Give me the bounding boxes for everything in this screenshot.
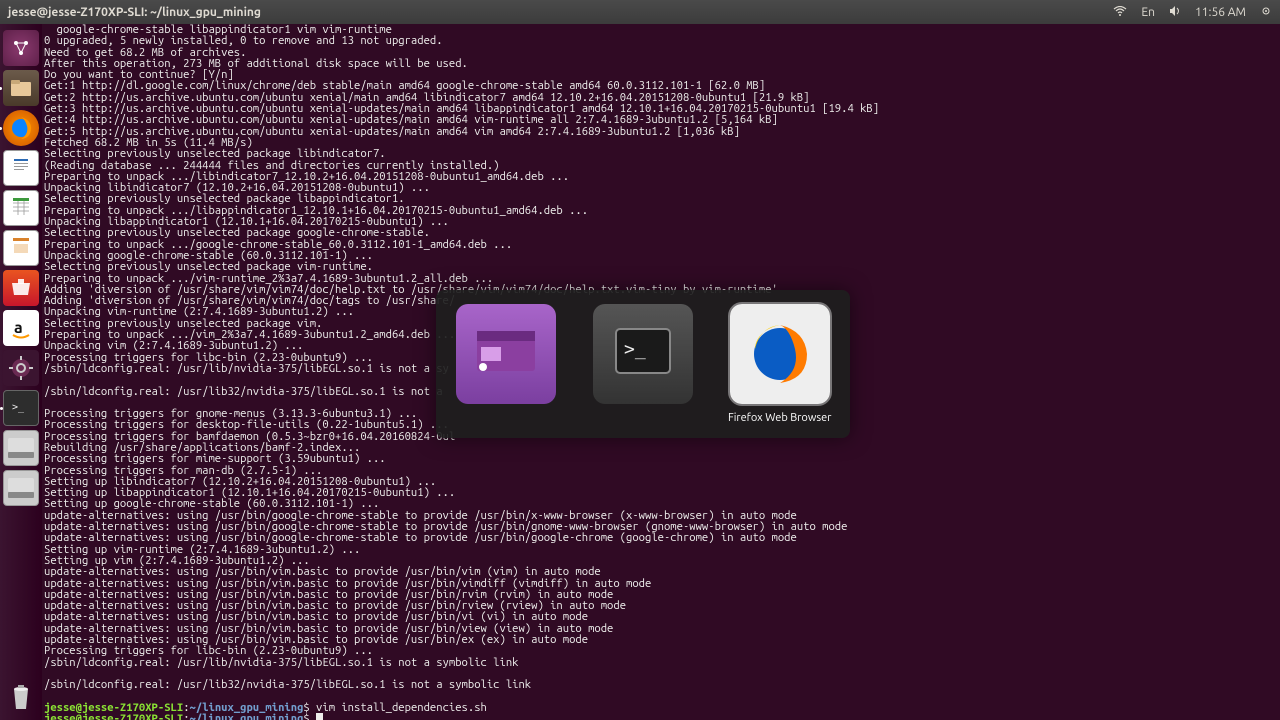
volume-icon[interactable] [1169, 5, 1181, 20]
window-title: jesse@jesse-Z170XP-SLI: ~/linux_gpu_mini… [8, 6, 1113, 19]
writer-icon[interactable] [3, 150, 39, 186]
device-icon-2[interactable] [3, 470, 39, 506]
svg-text:>_: >_ [12, 402, 25, 413]
gear-icon[interactable] [1260, 5, 1272, 20]
svg-text:>_: >_ [624, 339, 646, 360]
clock[interactable]: 11:56 AM [1195, 6, 1246, 19]
top-menu-bar: jesse@jesse-Z170XP-SLI: ~/linux_gpu_mini… [0, 0, 1280, 24]
software-icon[interactable] [3, 270, 39, 306]
calc-icon[interactable] [3, 190, 39, 226]
impress-icon[interactable] [3, 230, 39, 266]
settings-icon[interactable] [3, 350, 39, 386]
switcher-item-firefox[interactable]: Firefox Web Browser [723, 304, 836, 424]
terminal-app-icon: >_ [593, 304, 693, 404]
files-icon[interactable] [3, 70, 39, 106]
system-indicators: En 11:56 AM [1113, 5, 1272, 20]
firefox-app-icon [730, 304, 830, 404]
switcher-label: Firefox Web Browser [728, 412, 831, 424]
firefox-launcher-icon[interactable] [3, 110, 39, 146]
terminal-launcher-icon[interactable]: >_ [3, 390, 39, 426]
wifi-icon[interactable] [1113, 6, 1127, 19]
trash-icon[interactable] [3, 678, 39, 714]
dash-icon[interactable] [3, 30, 39, 66]
amazon-icon[interactable]: a [3, 310, 39, 346]
svg-text:a: a [14, 319, 23, 337]
switcher-item-screenrec[interactable] [450, 304, 563, 412]
unity-launcher: a >_ [0, 24, 42, 720]
switcher-item-terminal[interactable]: >_ [587, 304, 700, 412]
alt-tab-switcher: >_ Firefox Web Browser [436, 290, 850, 438]
language-indicator[interactable]: En [1141, 6, 1155, 19]
screenrec-app-icon [456, 304, 556, 404]
device-icon-1[interactable] [3, 430, 39, 466]
